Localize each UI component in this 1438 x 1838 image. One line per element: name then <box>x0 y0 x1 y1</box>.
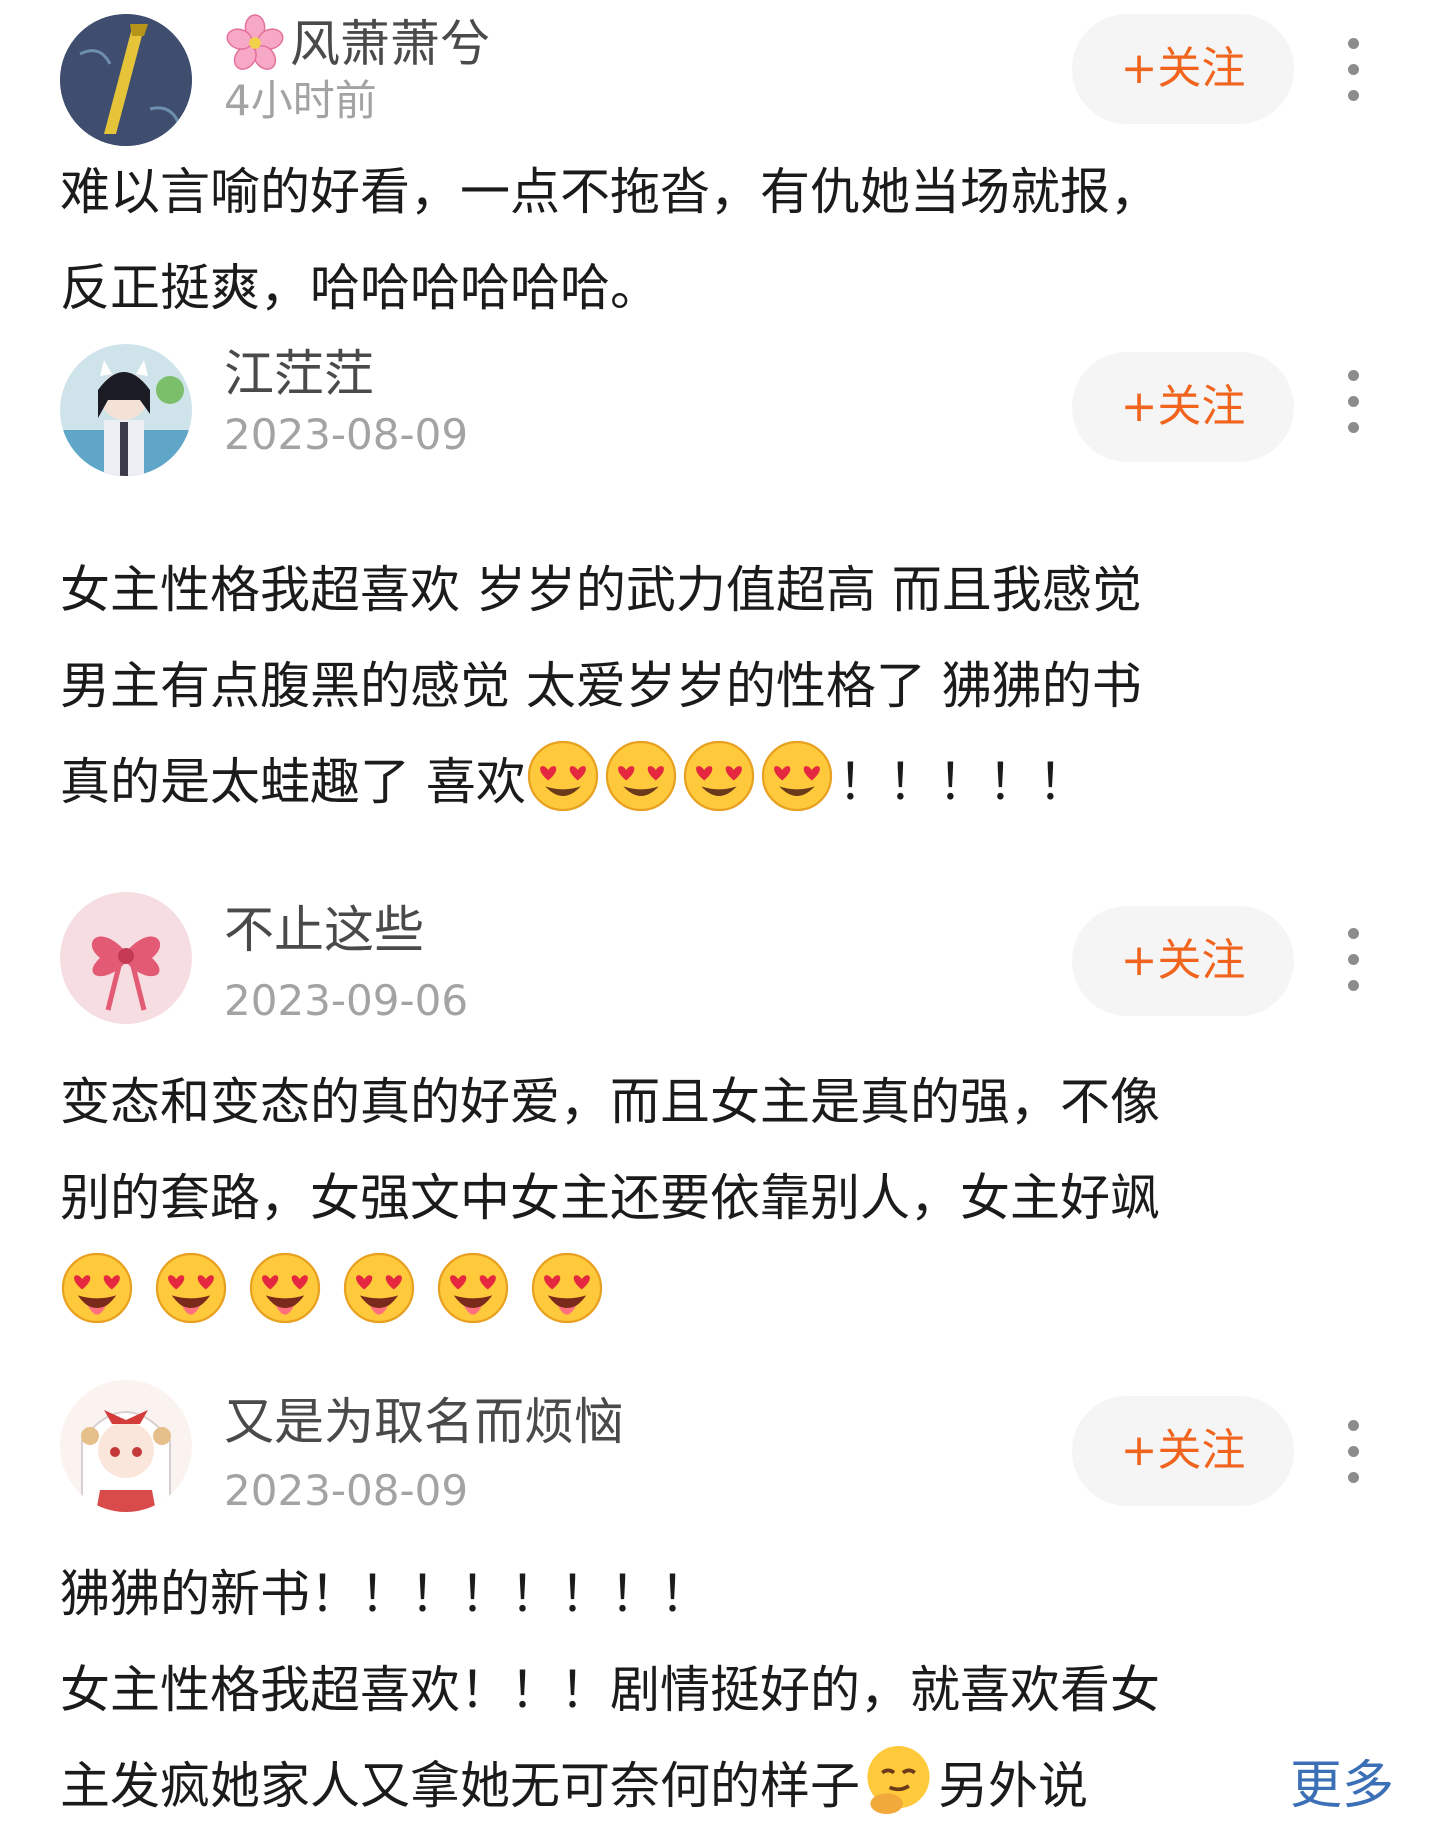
follow-button[interactable]: +关注 <box>1072 352 1294 462</box>
comment-line: 难以言喻的好看，一点不拖沓，有仇她当场就报， <box>60 163 1160 221</box>
username[interactable]: 江茳茳 <box>224 344 374 404</box>
comment-time: 2023-08-09 <box>224 1466 469 1515</box>
heart-eyes-tongue-icon <box>248 1251 322 1325</box>
comment-line: 真的是太蛙趣了 喜欢 ！！！！！ <box>60 734 1380 830</box>
comment-text: 狒狒的新书！！！！！！！！ 女主性格我超喜欢！！！剧情挺好的，就喜欢看女 主发疯… <box>60 1546 1380 1834</box>
comment-line: 狒狒的新书！！！！！！！！ <box>60 1565 710 1623</box>
emoji-line <box>60 1246 1380 1342</box>
heart-eyes-tongue-icon <box>436 1251 510 1325</box>
comment-time: 2023-09-06 <box>224 976 469 1025</box>
comment-feed: 风萧萧兮 4小时前 +关注 难以言喻的好看，一点不拖沓，有仇她当场就报， 反正挺… <box>0 0 1438 1838</box>
follow-button[interactable]: +关注 <box>1072 14 1294 124</box>
more-options-icon[interactable] <box>1334 1402 1374 1502</box>
exclamation-text: ！！！！！ <box>837 753 1088 811</box>
heart-eyes-icon <box>682 739 756 813</box>
comment-line: 女主性格我超喜欢！！！剧情挺好的，就喜欢看女 <box>60 1661 1160 1719</box>
follow-button[interactable]: +关注 <box>1072 1396 1294 1506</box>
username[interactable]: 又是为取名而烦恼 <box>224 1392 624 1452</box>
comment-line-text: 主发疯她家人又拿她无可奈何的样子 <box>60 1757 860 1815</box>
username[interactable]: 不止这些 <box>224 900 424 960</box>
comment-time: 4小时前 <box>224 76 377 125</box>
cherry-blossom-icon <box>224 14 290 74</box>
username-text: 风萧萧兮 <box>290 15 490 73</box>
smirking-hand-icon <box>860 1743 934 1817</box>
comment-line: 男主有点腹黑的感觉 太爱岁岁的性格了 狒狒的书 <box>60 657 1142 715</box>
comment-text: 女主性格我超喜欢 岁岁的武力值超高 而且我感觉 男主有点腹黑的感觉 太爱岁岁的性… <box>60 542 1380 830</box>
heart-eyes-tongue-icon <box>530 1251 604 1325</box>
heart-eyes-tongue-icon <box>154 1251 228 1325</box>
more-options-icon[interactable] <box>1334 352 1374 452</box>
comment-line-text: 真的是太蛙趣了 喜欢 <box>60 753 526 811</box>
heart-eyes-tongue-icon <box>342 1251 416 1325</box>
heart-eyes-icon <box>604 739 678 813</box>
truncated-text: 另外说 <box>938 1757 1088 1815</box>
avatar[interactable] <box>60 14 192 146</box>
comment-line: 反正挺爽，哈哈哈哈哈哈。 <box>60 259 660 317</box>
avatar[interactable] <box>60 344 192 476</box>
comment-line: 别的套路，女强文中女主还要依靠别人，女主好飒 <box>60 1169 1160 1227</box>
comment-line: 主发疯她家人又拿她无可奈何的样子 另外说 <box>60 1738 1380 1834</box>
heart-eyes-icon <box>760 739 834 813</box>
comment-time: 2023-08-09 <box>224 410 469 459</box>
comment-line: 女主性格我超喜欢 岁岁的武力值超高 而且我感觉 <box>60 561 1142 619</box>
more-options-icon[interactable] <box>1334 910 1374 1010</box>
avatar[interactable] <box>60 1380 192 1512</box>
expand-more-link[interactable]: 更多 <box>1270 1738 1395 1834</box>
more-options-icon[interactable] <box>1334 20 1374 120</box>
comment-text: 难以言喻的好看，一点不拖沓，有仇她当场就报， 反正挺爽，哈哈哈哈哈哈。 <box>60 144 1380 336</box>
heart-eyes-tongue-icon <box>60 1251 134 1325</box>
heart-eyes-icon <box>526 739 600 813</box>
avatar[interactable] <box>60 892 192 1024</box>
comment-text: 变态和变态的真的好爱，而且女主是真的强，不像 别的套路，女强文中女主还要依靠别人… <box>60 1054 1380 1342</box>
username[interactable]: 风萧萧兮 <box>224 14 490 74</box>
follow-button[interactable]: +关注 <box>1072 906 1294 1016</box>
comment-line: 变态和变态的真的好爱，而且女主是真的强，不像 <box>60 1073 1160 1131</box>
